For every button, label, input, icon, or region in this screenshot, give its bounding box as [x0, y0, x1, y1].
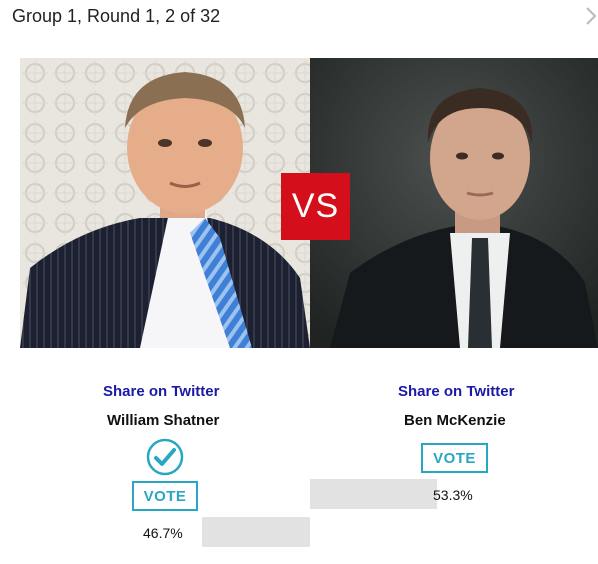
check-circle-icon — [146, 438, 184, 476]
vote-button-right[interactable]: VOTE — [421, 443, 488, 473]
vs-badge: VS — [281, 173, 350, 240]
percent-label-left: 46.7% — [143, 525, 183, 541]
result-bar-left — [202, 517, 310, 547]
share-on-twitter-link-left[interactable]: Share on Twitter — [103, 383, 219, 400]
candidate-name-right: Ben McKenzie — [404, 412, 506, 429]
chevron-right-icon[interactable] — [584, 5, 598, 27]
candidate-name-left: William Shatner — [107, 412, 220, 429]
share-on-twitter-link-right[interactable]: Share on Twitter — [398, 383, 514, 400]
percent-label-right: 53.3% — [433, 487, 473, 503]
candidate-photo-left[interactable] — [20, 58, 310, 348]
result-bar-right — [310, 479, 437, 509]
header-title: Group 1, Round 1, 2 of 32 — [12, 6, 221, 26]
candidate-photo-right[interactable] — [310, 58, 598, 348]
vote-button-left[interactable]: VOTE — [132, 481, 198, 511]
